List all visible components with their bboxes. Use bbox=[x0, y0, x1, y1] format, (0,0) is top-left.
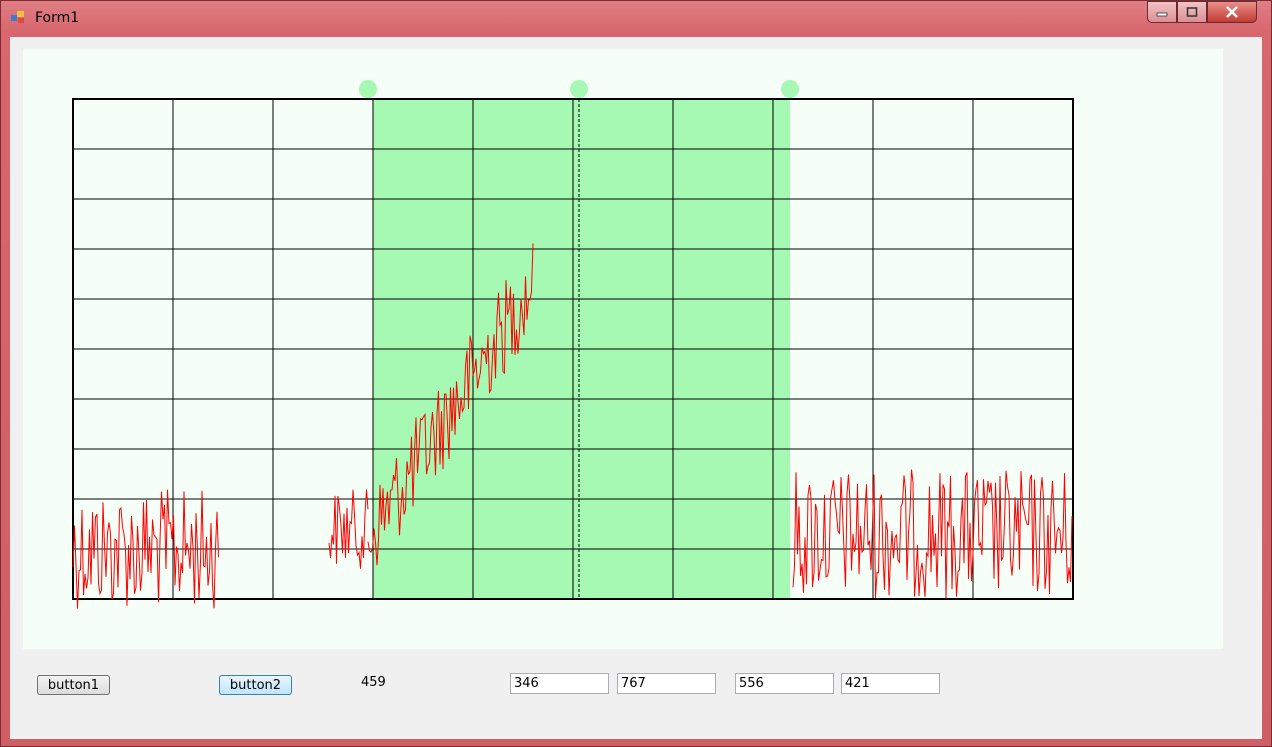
textbox-2[interactable] bbox=[617, 673, 716, 694]
signal-chart[interactable] bbox=[23, 49, 1223, 649]
minimize-button[interactable] bbox=[1147, 1, 1177, 23]
title-bar[interactable]: Form1 bbox=[1, 1, 1271, 35]
textbox-4[interactable] bbox=[841, 673, 940, 694]
minimize-icon bbox=[1156, 12, 1168, 17]
main-window: Form1 button1 button2 459 bbox=[0, 0, 1272, 747]
button2[interactable]: button2 bbox=[219, 675, 292, 695]
textbox-1[interactable] bbox=[510, 673, 609, 694]
selection-handle[interactable] bbox=[570, 80, 588, 98]
maximize-button[interactable] bbox=[1177, 1, 1207, 23]
app-icon bbox=[11, 11, 24, 23]
value-label: 459 bbox=[361, 675, 386, 690]
selection-handle[interactable] bbox=[781, 80, 799, 98]
close-button[interactable] bbox=[1207, 1, 1257, 23]
window-controls bbox=[1147, 1, 1271, 25]
close-icon bbox=[1226, 6, 1238, 18]
signal-trace bbox=[328, 489, 369, 569]
selection-handle[interactable] bbox=[359, 80, 377, 98]
client-area: button1 button2 459 bbox=[10, 37, 1262, 739]
button1[interactable]: button1 bbox=[37, 675, 110, 695]
signal-trace bbox=[792, 469, 1073, 599]
chart-panel[interactable] bbox=[23, 49, 1223, 649]
textbox-3[interactable] bbox=[735, 673, 834, 694]
window-title: Form1 bbox=[35, 10, 80, 26]
maximize-icon bbox=[1186, 7, 1198, 17]
